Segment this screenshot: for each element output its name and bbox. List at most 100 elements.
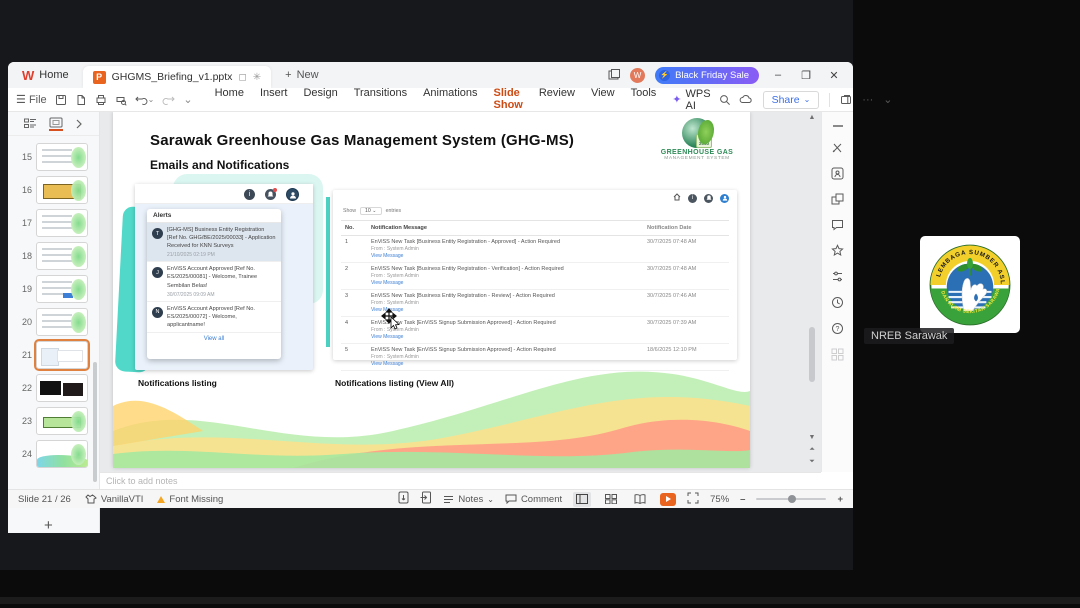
canvas-scrollbar[interactable]: ▲ ▼ ⏶ ⏷ [806, 112, 818, 472]
shapes-pane-icon[interactable] [831, 193, 844, 206]
notes-toggle[interactable]: Notes ⌄ [443, 494, 494, 505]
menu-slide-show[interactable]: Slide Show [493, 85, 523, 115]
menu-animations[interactable]: Animations [423, 85, 477, 115]
slide-thumbnail-19[interactable]: 19 [8, 272, 100, 305]
thumbnail-view-icon[interactable] [49, 117, 63, 131]
entries-select[interactable]: 10 ⌄ [359, 207, 382, 215]
collapse-pane-icon[interactable] [832, 124, 844, 128]
scrollbar-thumb[interactable] [809, 327, 815, 382]
status-bar: Slide 21 / 26 VanillaVTI Font Missing No… [8, 489, 853, 508]
slide-thumbnail-21-selected[interactable]: 21 [8, 338, 100, 371]
previous-slide-icon[interactable]: ⏶ [808, 446, 816, 454]
zoom-in-button[interactable]: + [837, 494, 843, 505]
print-preview-icon[interactable] [115, 94, 127, 106]
caption-notifications-listing: Notifications listing [138, 378, 217, 388]
settings-sliders-icon[interactable] [831, 270, 844, 283]
file-menu-button[interactable]: ☰ File [16, 93, 47, 107]
fit-slide-icon[interactable] [687, 492, 699, 507]
add-slide-button[interactable]: + [44, 517, 53, 534]
share-button[interactable]: Share ⌄ [762, 90, 820, 109]
zoom-out-button[interactable]: – [740, 494, 745, 505]
panel-scrollbar[interactable] [93, 362, 97, 482]
alerts-header: Alerts [147, 209, 281, 223]
hamburger-icon: ☰ [16, 94, 26, 106]
new-tab-button[interactable]: + New [285, 69, 318, 81]
slideshow-play-button[interactable] [660, 492, 677, 506]
print-icon[interactable] [95, 94, 107, 106]
view-all-link[interactable]: View all [147, 333, 281, 345]
slide-thumbnail-22[interactable]: 22 [8, 371, 100, 404]
menu-insert[interactable]: Insert [260, 85, 288, 115]
more-options-icon[interactable]: ··· [862, 94, 873, 106]
view-message-link[interactable]: View Message [371, 361, 639, 367]
window-layout-icon[interactable] [608, 69, 621, 81]
zoom-level[interactable]: 75% [710, 494, 729, 505]
help-icon[interactable]: ? [831, 322, 844, 335]
menu-transitions[interactable]: Transitions [354, 85, 407, 115]
view-message-link[interactable]: View Message [371, 307, 639, 313]
slide-thumbnail-17[interactable]: 17 [8, 206, 100, 239]
search-icon[interactable] [719, 94, 731, 106]
menu-design[interactable]: Design [303, 85, 337, 115]
view-message-link[interactable]: View Message [371, 253, 639, 259]
redo-button[interactable] [162, 94, 176, 105]
save-icon[interactable] [55, 94, 67, 106]
favorites-icon[interactable] [831, 244, 844, 257]
participant-video-nreb[interactable]: LEMBAGA SUMBER ASLI DAN ALAM SEKITAR SAR… [920, 236, 1020, 333]
alert-item[interactable]: J EnViSS Account Approved [Ref No. ES/20… [147, 262, 281, 302]
slide-thumbnail-15[interactable]: 15 [8, 140, 100, 173]
caption-notifications-view-all: Notifications listing (View All) [335, 378, 455, 388]
slide-thumbnail-20[interactable]: 20 [8, 305, 100, 338]
slide-thumbnail-23[interactable]: 23 [8, 404, 100, 437]
scroll-down-icon[interactable]: ▼ [808, 434, 816, 441]
close-button[interactable]: ✕ [825, 69, 843, 82]
apps-grid-icon[interactable] [831, 348, 844, 361]
menu-view[interactable]: View [591, 85, 615, 115]
collapse-ribbon-icon[interactable]: ⌄ [883, 93, 892, 106]
font-missing-warning[interactable]: Font Missing [157, 494, 223, 505]
output-pdf-icon[interactable] [75, 94, 87, 106]
current-slide[interactable]: Sarawak Greenhouse Gas Management System… [113, 112, 750, 468]
toolbar-collapse-icon[interactable]: ⌄ [183, 93, 192, 106]
modified-indicator-icon[interactable]: ✳ [253, 72, 261, 83]
panel-collapse-icon[interactable] [75, 119, 83, 129]
promo-button[interactable]: ⚡ Black Friday Sale [655, 66, 759, 84]
alert-item[interactable]: T [GHG-MS] Business Entity Registration … [147, 223, 281, 263]
user-avatar[interactable]: W [630, 67, 646, 83]
alert-item[interactable]: N EnViSS Account Approved [Ref No. ES/20… [147, 302, 281, 333]
outline-view-icon[interactable] [24, 118, 37, 129]
zoom-slider[interactable] [756, 495, 827, 503]
design-tools-icon[interactable] [831, 141, 844, 154]
animation-pane-icon[interactable] [831, 167, 844, 180]
export-notes-icon[interactable] [420, 491, 432, 507]
view-message-link[interactable]: View Message [371, 334, 639, 340]
view-message-link[interactable]: View Message [371, 280, 639, 286]
notes-area[interactable]: Click to add notes [100, 472, 821, 489]
undo-button[interactable]: ⌄ [134, 94, 155, 105]
history-clock-icon[interactable] [831, 296, 844, 309]
slide-thumbnail-24[interactable]: 24 [8, 437, 100, 470]
scroll-up-icon[interactable]: ▲ [808, 114, 816, 121]
slide-sorter-view-button[interactable] [602, 492, 620, 507]
normal-view-button[interactable] [573, 491, 592, 507]
menu-tools[interactable]: Tools [631, 85, 657, 115]
zoom-slider-knob[interactable] [788, 495, 797, 503]
comment-button[interactable]: Comment [505, 494, 562, 505]
undo-dropdown-icon[interactable]: ⌄ [148, 95, 155, 104]
maximize-button[interactable]: ❐ [797, 69, 815, 82]
slide-thumbnail-18[interactable]: 18 [8, 239, 100, 272]
menu-home[interactable]: Home [215, 85, 244, 115]
cloud-sync-icon[interactable] [739, 94, 753, 105]
menu-review[interactable]: Review [539, 85, 575, 115]
reading-view-button[interactable] [631, 492, 649, 507]
wps-ai-button[interactable]: ✦ WPS AI [672, 88, 710, 112]
slide-thumbnail-16[interactable]: 16 [8, 173, 100, 206]
wps-home-tab[interactable]: W Home [8, 62, 83, 88]
next-slide-icon[interactable]: ⏷ [808, 458, 816, 466]
theme-indicator[interactable]: VanillaVTI [85, 494, 143, 505]
comment-pane-icon[interactable] [831, 219, 844, 231]
minimize-button[interactable]: – [769, 69, 787, 81]
home-icon [673, 193, 681, 203]
task-window-icon[interactable] [840, 94, 852, 106]
note-page-icon[interactable] [398, 491, 409, 507]
